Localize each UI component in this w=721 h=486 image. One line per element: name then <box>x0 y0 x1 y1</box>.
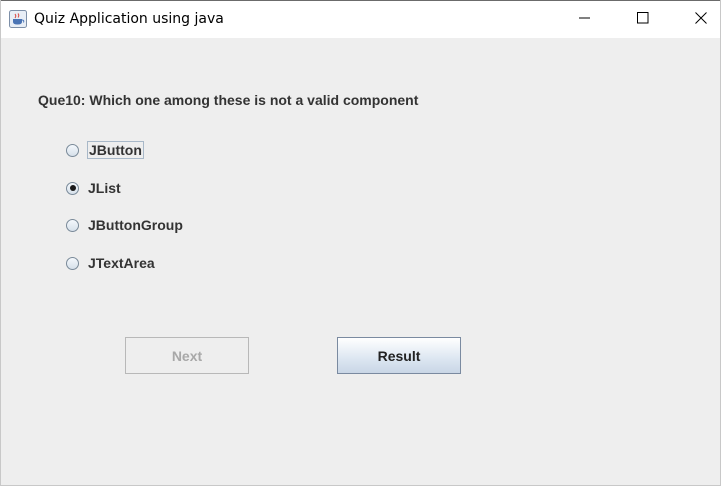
maximize-button[interactable] <box>620 1 666 38</box>
close-button[interactable] <box>678 1 721 38</box>
result-button[interactable]: Result <box>337 337 461 374</box>
option-jbuttongroup[interactable]: JButtonGroup <box>66 215 184 235</box>
option-label[interactable]: JTextArea <box>87 254 156 272</box>
radio-button-selected[interactable] <box>66 181 79 195</box>
option-label[interactable]: JList <box>87 179 122 197</box>
option-jbutton[interactable]: JButton <box>66 140 144 160</box>
radio-button[interactable] <box>66 143 79 157</box>
option-jlist[interactable]: JList <box>66 178 122 198</box>
minimize-button[interactable] <box>562 1 608 38</box>
question-text: Que10: Which one among these is not a va… <box>38 92 419 108</box>
close-icon <box>695 11 707 29</box>
minimize-icon <box>579 11 591 29</box>
maximize-icon <box>637 11 649 29</box>
quiz-window: Quiz Application using java Que10: Which… <box>0 0 721 486</box>
option-label[interactable]: JButtonGroup <box>87 216 184 234</box>
title-bar[interactable]: Quiz Application using java <box>1 0 720 38</box>
radio-button[interactable] <box>66 218 79 232</box>
option-jtextarea[interactable]: JTextArea <box>66 253 156 273</box>
radio-button[interactable] <box>66 256 79 270</box>
window-title: Quiz Application using java <box>34 11 224 27</box>
next-button[interactable]: Next <box>125 337 249 374</box>
option-label[interactable]: JButton <box>87 141 144 159</box>
java-cup-icon <box>9 10 27 28</box>
